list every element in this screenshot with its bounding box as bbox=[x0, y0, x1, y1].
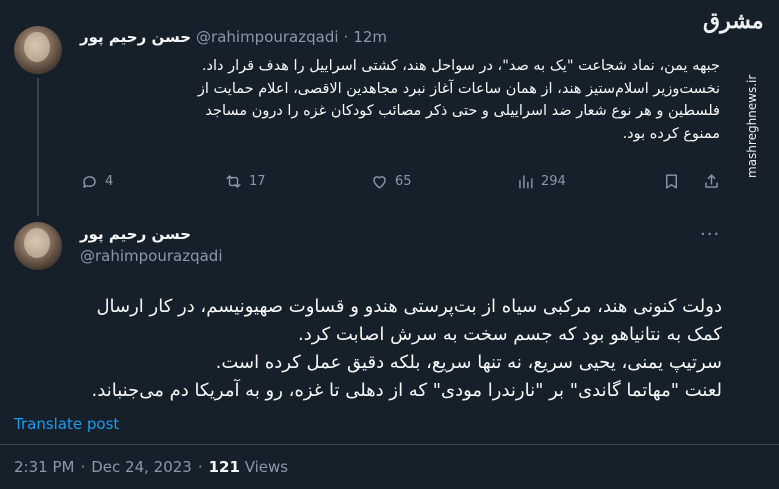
bookmark-button[interactable] bbox=[662, 172, 681, 191]
site-logo: مشرق bbox=[703, 8, 764, 34]
author-name[interactable]: حسن رحیم پور bbox=[80, 225, 223, 243]
author-handle[interactable]: @rahimpourazqadi bbox=[80, 247, 223, 265]
separator-dot: · bbox=[197, 458, 203, 476]
views-count: 294 bbox=[541, 174, 566, 189]
post-time[interactable]: 2:31 PM bbox=[14, 458, 74, 476]
views-count: 121 bbox=[208, 458, 240, 476]
views-button[interactable]: 294 bbox=[516, 172, 566, 191]
translate-post-link[interactable]: Translate post bbox=[14, 415, 119, 433]
thread-line bbox=[37, 78, 39, 216]
bookmark-icon bbox=[666, 174, 677, 189]
more-options-button[interactable]: ··· bbox=[700, 224, 720, 245]
share-icon bbox=[705, 174, 718, 188]
like-button[interactable]: 65 bbox=[370, 172, 412, 191]
site-url: mashreghnews.ir bbox=[745, 74, 759, 178]
reply-icon bbox=[83, 176, 96, 188]
tweet1-header: حسن رحیم پور @rahimpourazqadi · 12m bbox=[80, 28, 387, 46]
tweet1-text: جبهه یمن، نماد شجاعت "یک به صد"، در سواح… bbox=[197, 58, 720, 142]
reply-button[interactable]: 4 bbox=[80, 172, 113, 191]
share-button[interactable] bbox=[702, 172, 721, 191]
repost-icon bbox=[226, 175, 241, 188]
avatar[interactable] bbox=[14, 26, 62, 74]
divider bbox=[0, 444, 779, 445]
author-handle[interactable]: @rahimpourazqadi bbox=[196, 28, 339, 46]
views-stat[interactable]: 121 Views bbox=[209, 458, 289, 476]
site-watermark: mashreghnews.ir bbox=[745, 38, 765, 198]
separator-dot: · bbox=[80, 458, 86, 476]
separator-dot: · bbox=[343, 28, 349, 46]
avatar[interactable] bbox=[14, 222, 62, 270]
post-metadata: 2:31 PM · Dec 24, 2023 · 121 Views bbox=[14, 458, 288, 476]
heart-icon bbox=[373, 176, 386, 189]
views-icon bbox=[519, 175, 533, 189]
like-count: 65 bbox=[395, 174, 412, 189]
views-label: Views bbox=[244, 458, 289, 476]
post-time[interactable]: 12m bbox=[353, 28, 387, 46]
author-name[interactable]: حسن رحیم پور bbox=[80, 28, 191, 46]
post-date[interactable]: Dec 24, 2023 bbox=[91, 458, 192, 476]
repost-button[interactable]: 17 bbox=[224, 172, 266, 191]
tweet2-text: دولت کنونی هند، مرکبی سیاه از بت‌پرستی ه… bbox=[91, 296, 722, 401]
tweet2-header: حسن رحیم پور @rahimpourazqadi bbox=[80, 225, 223, 265]
reply-count: 4 bbox=[105, 174, 114, 189]
repost-count: 17 bbox=[249, 174, 266, 189]
